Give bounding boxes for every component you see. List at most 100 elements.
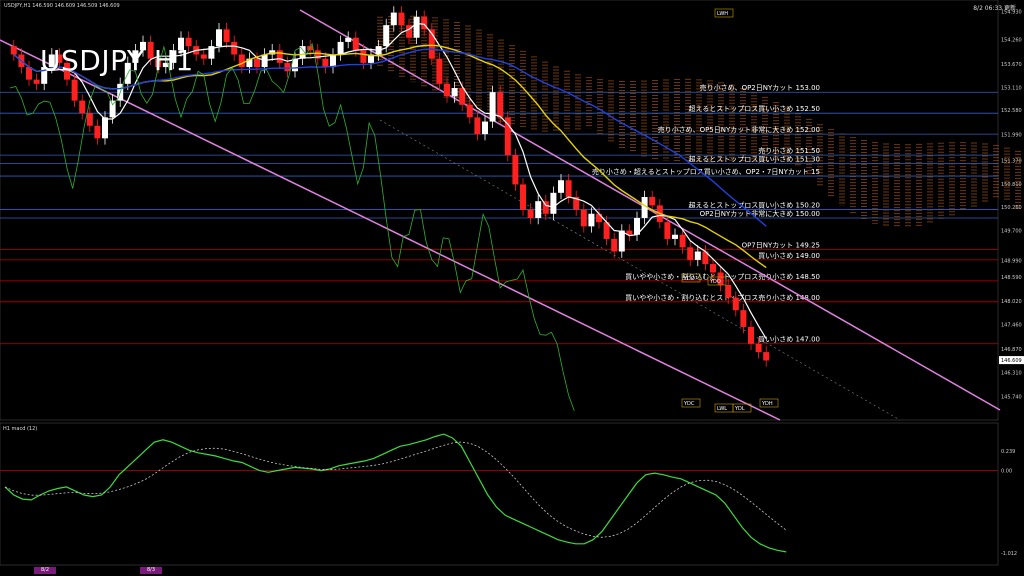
- candle-body: [618, 230, 625, 252]
- candle-body: [444, 83, 450, 97]
- level-label: 買い小さめ 149.00: [758, 251, 820, 260]
- candle-body: [200, 54, 207, 59]
- current-price-text: 146.609: [1001, 358, 1022, 364]
- candle-body: [710, 264, 716, 273]
- candle-body: [672, 234, 678, 239]
- price-tick: 153.670: [1001, 62, 1022, 68]
- macd-line: [4, 433, 787, 553]
- candle-body: [337, 41, 344, 55]
- level-box-label: YDL: [734, 406, 745, 412]
- candle-body: [86, 113, 93, 126]
- candle-body: [254, 58, 260, 68]
- level-box-label: YDO: [709, 279, 721, 285]
- price-tick: 151.990: [1001, 133, 1022, 139]
- candle-body: [520, 184, 526, 210]
- candle-body: [580, 209, 587, 227]
- candle-body: [398, 12, 405, 26]
- level-label: 買い小さめ 147.00: [758, 335, 820, 344]
- candle-body: [596, 213, 602, 223]
- trend-dotted: [379, 119, 901, 421]
- price-chart[interactable]: 売り小さめ、OP2日NYカット 153.00 超えるとストップロス買い小さめ 15…: [0, 0, 1024, 576]
- price-tick: 146.870: [1001, 347, 1022, 353]
- candle-body: [216, 29, 222, 47]
- candle-body: [94, 125, 101, 139]
- candle-body: [740, 310, 747, 327]
- candle-body: [755, 343, 762, 353]
- macd-panel: [0, 422, 999, 566]
- channel-lower: [0, 39, 781, 421]
- price-tick: 149.700: [1001, 229, 1022, 235]
- candle-body: [482, 121, 488, 135]
- chart-title: USDJPY H1: [40, 44, 194, 77]
- level-label: 売り小さめ、OP2日NYカット 153.00: [700, 83, 820, 92]
- price-tick: 154.260: [1001, 37, 1022, 43]
- candle-body: [276, 50, 283, 63]
- candle-body: [504, 117, 511, 156]
- candle-body: [102, 117, 108, 139]
- price-tick: 147.460: [1001, 322, 1022, 328]
- candle-body: [360, 50, 367, 63]
- candle-body: [71, 79, 78, 101]
- candle-body: [497, 92, 504, 118]
- candle-body: [535, 201, 542, 218]
- level-box-label: YDH: [761, 401, 773, 407]
- macd-signal: [4, 441, 787, 538]
- level-label: OP7日NYカット 149.25: [742, 241, 820, 249]
- candle-body: [231, 41, 238, 55]
- candle-body: [748, 326, 754, 344]
- candle-body: [436, 58, 443, 84]
- tab-date-2[interactable]: 8/3: [140, 567, 162, 574]
- level-label: OP2日NYカット非常に大きめ 150.00: [700, 209, 820, 218]
- candle-body: [687, 247, 694, 260]
- candle-body: [512, 155, 519, 185]
- candle-body: [383, 25, 390, 47]
- candle-body: [725, 285, 732, 298]
- level-label: 売り小さめ 151.50: [758, 146, 820, 155]
- candle-body: [109, 100, 116, 118]
- macd-tick: -1.012: [1001, 551, 1017, 557]
- macd-tick: 0.239: [1001, 449, 1015, 455]
- level-label: 売り小さめ、OP5日NYカット非常に大きめ 152.00: [658, 125, 820, 134]
- candle-body: [732, 297, 739, 311]
- channel-upper: [299, 9, 1001, 411]
- candle-body: [223, 29, 230, 42]
- tab-date-1[interactable]: 8/2: [34, 567, 56, 574]
- price-tick: 148.020: [1001, 299, 1022, 305]
- macd-label: H1 macd (12): [3, 426, 38, 432]
- candle-body: [33, 79, 40, 84]
- candle-body: [664, 222, 671, 239]
- candle-body: [763, 352, 770, 361]
- price-tick: 151.370: [1001, 159, 1022, 165]
- level-label: 超えるとストップロス買い小さめ 150.20: [688, 201, 820, 210]
- candle-body: [79, 100, 86, 114]
- level-box-label: YDC: [683, 401, 695, 407]
- level-label: 買いやや小さめ・割り込むとストップロス売り小さめ 148.00: [625, 293, 820, 302]
- candle-body: [489, 92, 496, 122]
- candle-body: [10, 46, 17, 55]
- level-label: 売り小さめ・超えるとストップロス買い小さめ、OP2・7日NYカット 15: [592, 167, 820, 176]
- candle-body: [527, 209, 534, 218]
- candle-body: [474, 117, 481, 135]
- price-tick: 150.810: [1001, 182, 1022, 188]
- level-box-label: YDO: [683, 276, 695, 282]
- candle-body: [238, 54, 245, 68]
- candle-body: [558, 180, 564, 193]
- candle-body: [550, 192, 557, 214]
- price-tick: 146.310: [1001, 371, 1022, 377]
- candle-body: [694, 251, 701, 260]
- price-tick: 150.260: [1001, 205, 1022, 211]
- candle-body: [284, 62, 291, 72]
- price-tick: 145.740: [1001, 395, 1022, 401]
- candle-body: [679, 234, 686, 248]
- candle-body: [413, 16, 420, 38]
- price-tick: 148.590: [1001, 275, 1022, 281]
- candle-body: [466, 104, 473, 118]
- candle-body: [390, 12, 397, 26]
- chart-window: 売り小さめ、OP2日NYカット 153.00 超えるとストップロス買い小さめ 15…: [0, 0, 1024, 576]
- update-time: 8/2 06:33 更新: [973, 5, 1016, 12]
- level-label: 超えるとストップロス買い小さめ 151.30: [688, 154, 820, 163]
- candle-body: [451, 88, 458, 97]
- level-box-label: LWL: [717, 406, 727, 412]
- symbol-header: USDJPY,H1 146.590 146.609 146.509 146.60…: [4, 3, 120, 9]
- level-box-label: LWH: [717, 11, 728, 17]
